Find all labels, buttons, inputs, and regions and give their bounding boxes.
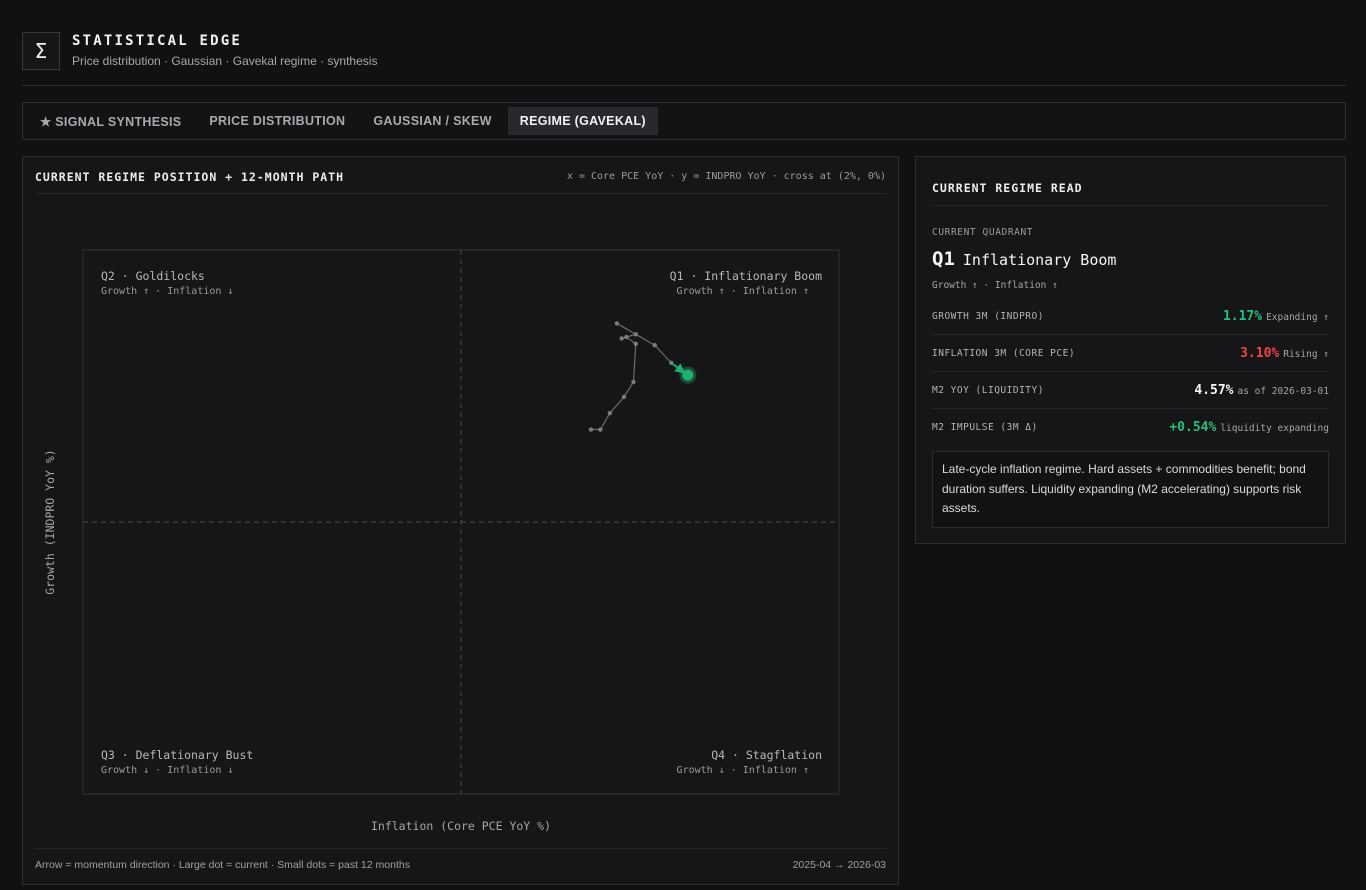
metric-note: Rising ↑: [1283, 348, 1329, 360]
regime-summary: Late-cycle inflation regime. Hard assets…: [932, 451, 1329, 528]
quadrant-q1-sub: Growth ↑ · Inflation ↑: [677, 286, 809, 297]
metric-label: M2 IMPULSE (3M Δ): [932, 422, 1038, 433]
path-point: [652, 343, 657, 348]
panel-title: CURRENT REGIME POSITION + 12-MONTH PATH: [35, 170, 345, 184]
regime-chart-svg: Q2 · Goldilocks Growth ↑ · Inflation ↓ Q…: [43, 249, 840, 833]
app-title: STATISTICAL EDGE: [72, 33, 243, 49]
quadrant-q3-label: Q3 · Deflationary Bust: [101, 748, 253, 762]
header-divider: [22, 85, 1346, 86]
metric-row-m2-impulse: M2 IMPULSE (3M Δ) +0.54% liquidity expand…: [932, 409, 1329, 446]
app-header: Σ STATISTICAL EDGE Price distribution · …: [22, 31, 377, 70]
current-quadrant-label: CURRENT QUADRANT: [932, 227, 1034, 238]
metric-value: +0.54%: [1169, 420, 1217, 435]
metric-note: as of 2026-03-01: [1237, 385, 1329, 397]
quadrant-sub: Growth ↑ · Inflation ↑: [932, 280, 1058, 291]
regime-chart: Q2 · Goldilocks Growth ↑ · Inflation ↓ Q…: [23, 194, 898, 847]
metric-value: 4.57%: [1194, 382, 1234, 398]
x-axis-label: Inflation (Core PCE YoY %): [371, 819, 551, 833]
sigma-logo-icon: Σ: [22, 31, 60, 70]
metric-row-growth: GROWTH 3M (INDPRO) 1.17% Expanding ↑: [932, 298, 1329, 335]
regime-path: [588, 321, 697, 432]
quadrant-code: Q1: [932, 248, 955, 270]
date-range: 2025-04 → 2026-03: [792, 859, 886, 871]
metric-row-m2-yoy: M2 YOY (LIQUIDITY) 4.57% as of 2026-03-01: [932, 372, 1329, 409]
path-point: [624, 334, 629, 340]
quadrant-q1-label: Q1 · Inflationary Boom: [670, 269, 822, 283]
current-point: [682, 369, 694, 381]
tab-regime-gavekal[interactable]: REGIME (GAVEKAL): [507, 107, 658, 135]
path-point: [633, 332, 639, 337]
quadrant-name: Inflationary Boom: [962, 251, 1117, 269]
chart-legend-note: Arrow = momentum direction · Large dot =…: [35, 859, 410, 871]
current-quadrant: Q1 Inflationary Boom: [932, 248, 1116, 270]
path-point: [614, 321, 620, 326]
quadrant-q2-label: Q2 · Goldilocks: [101, 269, 205, 283]
path-point: [633, 341, 639, 347]
metric-row-inflation: INFLATION 3M (CORE PCE) 3.10% Rising ↑: [932, 335, 1329, 372]
axis-note: x = Core PCE YoY · y = INDPRO YoY · cros…: [566, 171, 886, 182]
regime-read-panel: CURRENT REGIME READ CURRENT QUADRANT Q1 …: [915, 156, 1346, 544]
footer-divider: [35, 848, 886, 849]
app-subtitle: Price distribution · Gaussian · Gavekal …: [72, 54, 378, 68]
quadrant-q4-sub: Growth ↓ · Inflation ↑: [677, 765, 809, 776]
panel-divider: [932, 205, 1329, 206]
path-line: [590, 322, 672, 431]
path-point: [631, 379, 636, 385]
metric-note: liquidity expanding: [1220, 423, 1329, 434]
metric-value: 1.17%: [1222, 308, 1263, 324]
quadrant-q3-sub: Growth ↓ · Inflation ↓: [101, 765, 233, 776]
path-point: [598, 427, 603, 432]
path-point: [619, 336, 624, 341]
path-point: [588, 427, 594, 432]
tab-gaussian-skew[interactable]: GAUSSIAN / SKEW: [361, 107, 503, 135]
path-point: [621, 394, 627, 400]
panel-title: CURRENT REGIME READ: [932, 181, 1083, 195]
tab-signal-synthesis[interactable]: ★ SIGNAL SYNTHESIS: [28, 107, 193, 135]
y-axis-label: Growth (INDPRO YoY %): [43, 449, 57, 594]
tab-bar: ★ SIGNAL SYNTHESIS PRICE DISTRIBUTION GA…: [22, 102, 1346, 140]
regime-position-panel: CURRENT REGIME POSITION + 12-MONTH PATH …: [22, 156, 899, 885]
metric-value: 3.10%: [1240, 345, 1280, 361]
metric-label: GROWTH 3M (INDPRO): [932, 310, 1044, 322]
quadrant-q2-sub: Growth ↑ · Inflation ↓: [101, 286, 233, 297]
metric-label: M2 YOY (LIQUIDITY): [932, 384, 1044, 396]
path-point: [607, 411, 613, 416]
metric-note: Expanding ↑: [1266, 311, 1329, 323]
metrics-list: GROWTH 3M (INDPRO) 1.17% Expanding ↑ INFL…: [932, 298, 1329, 446]
tab-price-distribution[interactable]: PRICE DISTRIBUTION: [197, 107, 357, 135]
metric-label: INFLATION 3M (CORE PCE): [932, 347, 1076, 359]
quadrant-q4-label: Q4 · Stagflation: [711, 748, 822, 762]
